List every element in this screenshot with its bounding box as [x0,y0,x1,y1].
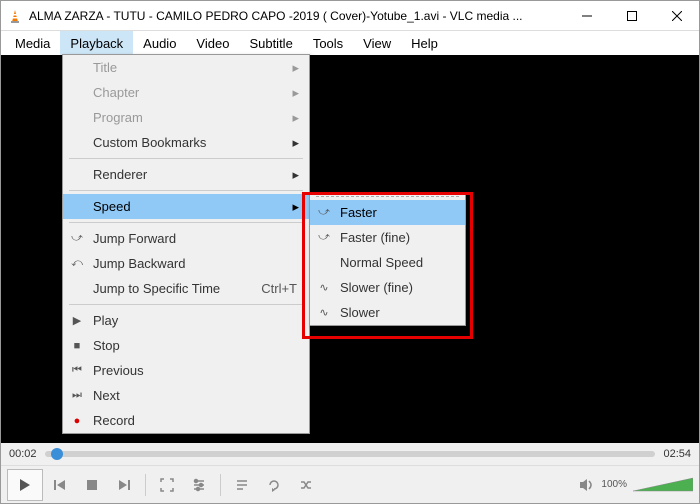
chevron-right-icon: ▸ [292,60,299,76]
chevron-right-icon: ▸ [292,135,299,151]
close-button[interactable] [654,1,699,31]
menu-playback[interactable]: Playback [60,31,133,55]
dropdown-stop[interactable]: ■Stop [63,333,309,358]
minimize-button[interactable] [564,1,609,31]
submenu-faster[interactable]: ⤻Faster [310,200,465,225]
menu-subtitle[interactable]: Subtitle [239,31,302,55]
playback-dropdown: Title▸ Chapter▸ Program▸ Custom Bookmark… [62,54,310,434]
fullscreen-button[interactable] [152,471,182,499]
seek-thumb[interactable] [51,448,63,460]
maximize-button[interactable] [609,1,654,31]
menubar: Media Playback Audio Video Subtitle Tool… [1,31,699,55]
submenu-slower[interactable]: ∿Slower [310,300,465,325]
menu-tools[interactable]: Tools [303,31,353,55]
vlc-cone-icon [7,8,23,24]
faster-fine-icon: ⤻ [316,231,332,244]
menu-media[interactable]: Media [5,31,60,55]
window-title: ALMA ZARZA - TUTU - CAMILO PEDRO CAPO -2… [29,9,564,23]
jump-backward-icon: ⤺ [69,257,85,270]
menu-video[interactable]: Video [186,31,239,55]
record-icon: ● [69,415,85,427]
volume-control: 100% [579,476,693,494]
dropdown-jump-backward[interactable]: ⤺Jump Backward [63,251,309,276]
previous-track-button[interactable] [45,471,75,499]
controls-row: 100% [1,465,699,503]
dropdown-speed[interactable]: Speed▸ [63,194,309,219]
progress-row: 00:02 02:54 [1,443,699,465]
menu-view[interactable]: View [353,31,401,55]
chevron-right-icon: ▸ [292,110,299,126]
volume-slider[interactable] [633,476,693,494]
menu-audio[interactable]: Audio [133,31,186,55]
separator [69,190,303,191]
dropdown-title[interactable]: Title▸ [63,55,309,80]
separator [69,222,303,223]
loop-button[interactable] [259,471,289,499]
dropdown-bookmarks[interactable]: Custom Bookmarks▸ [63,130,309,155]
previous-icon: ⏮ [69,364,85,377]
chevron-right-icon: ▸ [292,85,299,101]
faster-icon: ⤻ [316,206,332,219]
dropdown-play[interactable]: ▶Play [63,308,309,333]
chevron-right-icon: ▸ [292,167,299,183]
dropdown-next[interactable]: ⏭Next [63,383,309,408]
stop-button[interactable] [77,471,107,499]
separator [316,196,459,197]
titlebar: ALMA ZARZA - TUTU - CAMILO PEDRO CAPO -2… [1,1,699,31]
submenu-slower-fine[interactable]: ∿Slower (fine) [310,275,465,300]
next-track-button[interactable] [109,471,139,499]
dropdown-renderer[interactable]: Renderer▸ [63,162,309,187]
shortcut-text: Ctrl+T [261,281,297,296]
dropdown-program[interactable]: Program▸ [63,105,309,130]
slower-fine-icon: ∿ [316,281,332,294]
speed-submenu: ⤻Faster ⤻Faster (fine) Normal Speed ∿Slo… [309,192,466,326]
separator [69,158,303,159]
window-controls [564,1,699,31]
dropdown-record[interactable]: ●Record [63,408,309,433]
playlist-button[interactable] [227,471,257,499]
play-icon: ▶ [69,314,85,327]
next-icon: ⏭ [69,389,85,402]
dropdown-jump-forward[interactable]: ⤻Jump Forward [63,226,309,251]
separator [145,474,146,496]
separator [220,474,221,496]
menu-help[interactable]: Help [401,31,448,55]
volume-percent: 100% [601,479,627,490]
dropdown-jump-specific[interactable]: Jump to Specific TimeCtrl+T [63,276,309,301]
submenu-normal-speed[interactable]: Normal Speed [310,250,465,275]
slower-icon: ∿ [316,306,332,319]
dropdown-chapter[interactable]: Chapter▸ [63,80,309,105]
separator [69,304,303,305]
extended-settings-button[interactable] [184,471,214,499]
dropdown-previous[interactable]: ⏮Previous [63,358,309,383]
stop-icon: ■ [69,340,85,352]
submenu-faster-fine[interactable]: ⤻Faster (fine) [310,225,465,250]
play-button[interactable] [7,469,43,501]
current-time[interactable]: 00:02 [9,448,37,460]
chevron-right-icon: ▸ [292,199,299,215]
duration-time[interactable]: 02:54 [663,448,691,460]
shuffle-button[interactable] [291,471,321,499]
seek-bar[interactable] [45,451,656,457]
speaker-icon[interactable] [579,478,595,492]
jump-forward-icon: ⤻ [69,232,85,245]
